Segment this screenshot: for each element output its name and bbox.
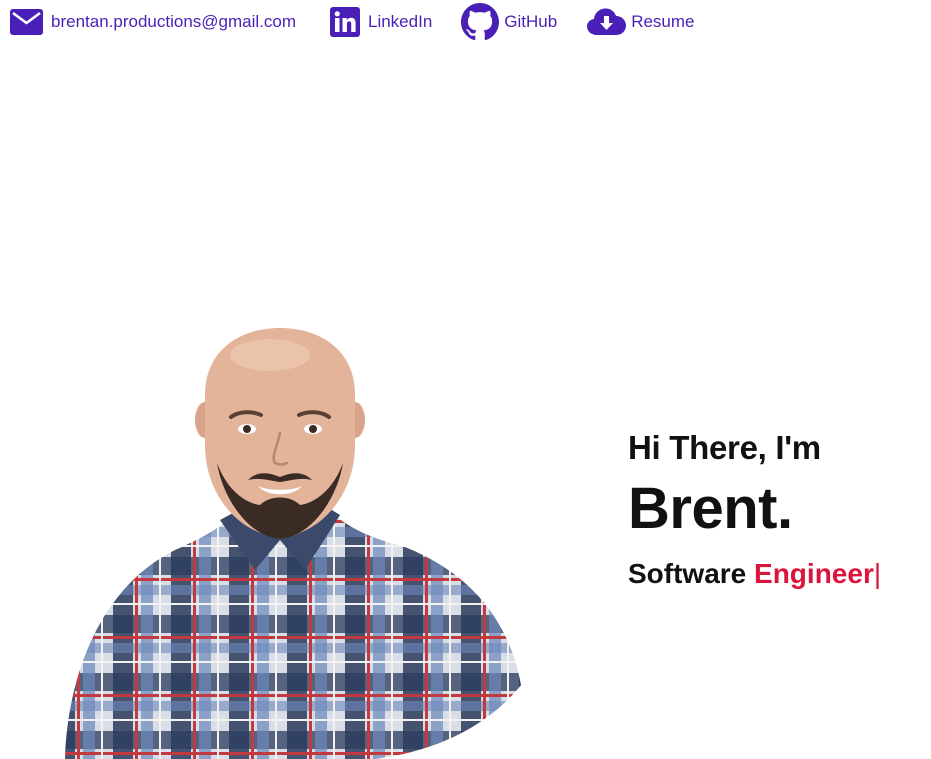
mail-icon — [10, 9, 43, 35]
role-accent: Engineer — [754, 558, 874, 589]
resume-label: Resume — [631, 12, 695, 31]
linkedin-icon — [330, 7, 360, 37]
github-icon — [461, 3, 500, 41]
hero-role: Software Engineer| — [628, 556, 881, 592]
typing-cursor: | — [873, 558, 882, 589]
role-prefix: Software — [628, 558, 747, 589]
profile-photo — [55, 325, 525, 759]
cloud-download-icon — [587, 8, 627, 36]
hero-name: Brent. — [628, 476, 793, 541]
resume-link[interactable]: Resume — [587, 8, 695, 36]
github-link[interactable]: GitHub — [461, 3, 557, 41]
github-label: GitHub — [504, 12, 558, 31]
contact-bar: brentan.productions@gmail.com LinkedIn G… — [10, 2, 695, 42]
hero-greeting: Hi There, I'm — [628, 429, 821, 466]
linkedin-label: LinkedIn — [368, 12, 433, 31]
email-link[interactable]: brentan.productions@gmail.com — [10, 9, 296, 35]
linkedin-link[interactable]: LinkedIn — [330, 7, 432, 37]
hero-intro: Hi There, I'm Brent. Software Engineer| — [628, 426, 881, 592]
email-label: brentan.productions@gmail.com — [51, 12, 296, 31]
